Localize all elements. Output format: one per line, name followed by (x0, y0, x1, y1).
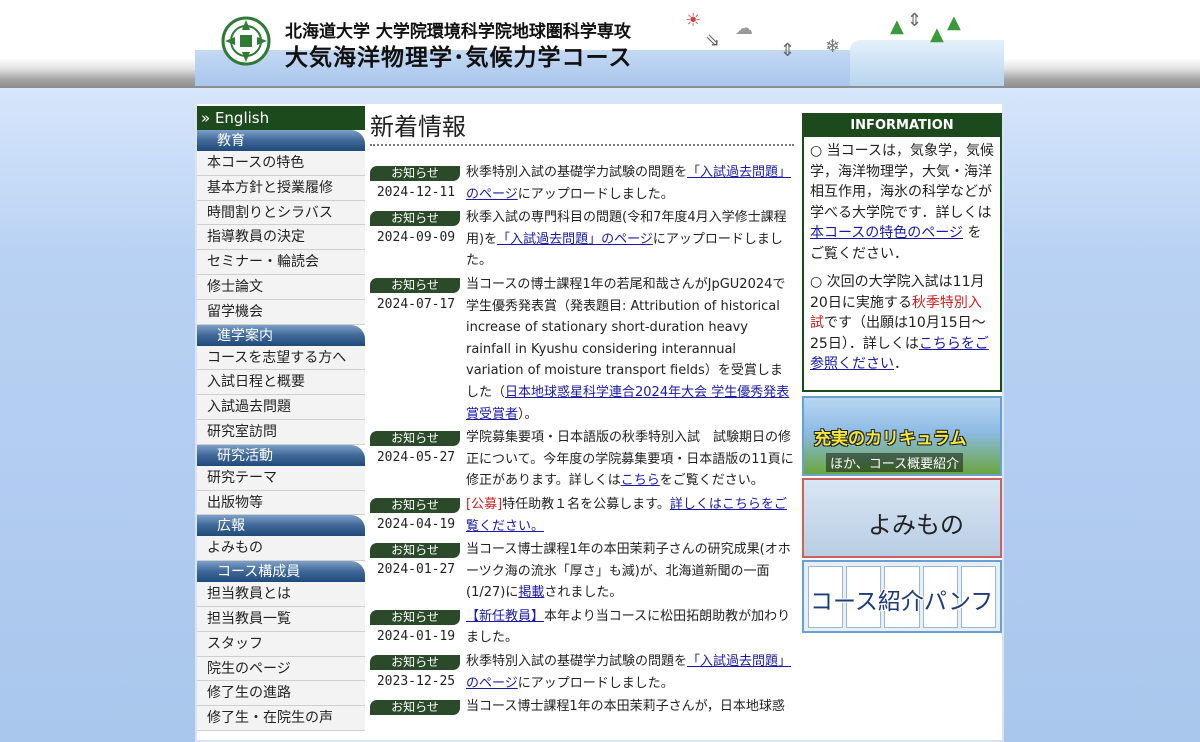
news-heading: 新着情報 (370, 108, 794, 146)
news-text: 当コース博士課程1年の本田茉莉子さんが，日本地球惑 (466, 699, 785, 715)
new-faculty-link[interactable]: 【新任教員】 (466, 609, 544, 624)
notice-badge: お知らせ (370, 211, 460, 227)
news-item: お知らせ 2024-01-27 当コース博士課程1年の本田茉莉子さんの研究成果(… (370, 542, 794, 604)
arrow-up-down-icon: ⇕ (907, 10, 923, 31)
sidebar-item-policy[interactable]: 基本方針と授業履修 (197, 175, 365, 201)
curriculum-banner[interactable]: 充実のカリキュラム ほか、コース概要紹介 (802, 396, 1002, 476)
past-exams-link[interactable]: 「入試過去問題」のページ (497, 232, 653, 247)
university-logo-icon[interactable] (221, 16, 271, 66)
sidebar-item-prospective[interactable]: コースを志望する方へ (197, 345, 365, 371)
sidebar-nav: » English 教育 本コースの特色 基本方針と授業履修 時間割りとシラバス… (197, 106, 365, 740)
features-link[interactable]: 本コースの特色のページ (810, 225, 963, 241)
recruitment-tag: [公募] (466, 496, 503, 512)
notice-badge: お知らせ (370, 609, 460, 625)
notice-badge: お知らせ (370, 655, 460, 671)
award-link[interactable]: 日本地球惑星科学連合2024年大会 学生優秀発表賞受賞者 (466, 385, 789, 422)
arrow-up-down-icon: ⇕ (780, 40, 796, 61)
details-link[interactable]: こちら (621, 473, 660, 488)
news-date: 2024-07-17 (376, 296, 456, 312)
news-date: 2024-12-11 (376, 185, 456, 200)
sun-icon: ☀ (685, 10, 702, 31)
news-text: 秋季特別入試の基礎学力試験の問題を「入試過去問題」のページにアップロードしました… (466, 654, 792, 691)
news-date: 2024-05-27 (376, 450, 456, 466)
sidebar-item-themes[interactable]: 研究テーマ (197, 465, 365, 491)
sidebar-item-students[interactable]: 院生のページ (197, 656, 365, 682)
sidebar-item-timetable[interactable]: 時間割りとシラバス (197, 200, 365, 226)
sidebar-item-staff[interactable]: スタッフ (197, 631, 365, 657)
notice-badge: お知らせ (370, 543, 460, 559)
news-text: 秋季入試の専門科目の問題(令和7年度4月入学修士課程用)を「入試過去問題」のペー… (466, 210, 787, 269)
course-title: 大気海洋物理学･気候力学コース (285, 45, 633, 71)
news-date: 2024-01-19 (376, 628, 456, 644)
sidebar-item-about-faculty[interactable]: 担当教員とは (197, 582, 365, 607)
notice-badge: お知らせ (370, 166, 460, 181)
sidebar-item-careers[interactable]: 修了生の進路 (197, 681, 365, 707)
news-text: 秋季特別入試の基礎学力試験の問題を「入試過去問題」のページにアップロードしました… (466, 165, 792, 202)
sidebar-item-voices[interactable]: 修了生・在院生の声 (197, 706, 365, 731)
news-item: お知らせ 2024-05-27 学院募集要項・日本語版の秋季特別入試 試験期日の… (370, 430, 794, 492)
tree-icon: ▲ (890, 16, 904, 37)
news-item: お知らせ 2024-09-09 秋季入試の専門科目の問題(令和7年度4月入学修士… (370, 210, 794, 272)
header-sea-ice-illustration (850, 40, 1004, 86)
news-item: お知らせ 2024-01-19 【新任教員】本年より当コースに松田拓朗助教が加わ… (370, 609, 794, 649)
sidebar-heading-education: 教育 (197, 130, 365, 151)
pamphlet-banner[interactable]: コース紹介パンフ (802, 560, 1002, 633)
sidebar-heading-pr: 広報 (197, 515, 365, 537)
notice-badge: お知らせ (370, 431, 460, 447)
english-link[interactable]: » English (197, 106, 365, 130)
info-paragraph: ○ 当コースは，気象学，気候学，海洋物理学，大気・海洋相互作用，海氷の科学などが… (810, 143, 994, 262)
news-item: お知らせ 2024-07-17 当コースの博士課程1年の若尾和哉さんがJpGU2… (370, 277, 794, 425)
news-item: お知らせ 当コース博士課程1年の本田茉莉子さんが，日本地球惑 (370, 699, 794, 718)
cloud-icon: ☁ (735, 18, 753, 39)
news-text: 【新任教員】本年より当コースに松田拓朗助教が加わりました。 (466, 608, 791, 646)
sidebar-item-advisor[interactable]: 指導教員の決定 (197, 225, 365, 251)
sidebar-item-lab-visit[interactable]: 研究室訪問 (197, 419, 365, 445)
info-paragraph: ○ 次回の大学院入試は11月20日に実施する秋季特別入試です（出願は10月15日… (810, 274, 989, 372)
information-panel: INFORMATION ○ 当コースは，気象学，気候学，海洋物理学，大気・海洋相… (802, 113, 1002, 392)
news-date: 2024-09-09 (376, 230, 456, 246)
notice-badge: お知らせ (370, 277, 460, 293)
news-text: [公募]特任助教１名を公募します。詳しくはこちらをご覧ください。 (466, 496, 787, 534)
news-text: 学院募集要項・日本語版の秋季特別入試 試験期日の修正について。今年度の学院募集要… (466, 430, 794, 489)
reading-banner[interactable]: よみもの (802, 478, 1002, 558)
sidebar-item-publications[interactable]: 出版物等 (197, 490, 365, 516)
sidebar-item-exam-schedule[interactable]: 入試日程と概要 (197, 370, 365, 396)
news-item: お知らせ 2023-12-25 秋季特別入試の基礎学力試験の問題を「入試過去問題… (370, 654, 794, 694)
sidebar-heading-admission: 進学案内 (197, 324, 365, 346)
news-section: 新着情報 お知らせ 2024-12-11 秋季特別入試の基礎学力試験の問題を「入… (370, 108, 794, 740)
sidebar-item-thesis[interactable]: 修士論文 (197, 274, 365, 300)
news-date: 2024-04-19 (376, 516, 456, 532)
news-text: 当コースの博士課程1年の若尾和哉さんがJpGU2024で学生優秀発表賞（発表題目… (466, 276, 790, 422)
notice-badge: お知らせ (370, 497, 460, 513)
site-header: 北海道大学 大学院環境科学院地球圏科学専攻 大気海洋物理学･気候力学コース ☀ … (195, 0, 1004, 86)
news-text: 当コース博士課程1年の本田茉莉子さんの研究成果(オホーツク海の流氷「厚さ」も減)… (466, 542, 791, 601)
article-link[interactable]: 掲載 (518, 585, 544, 600)
news-item: お知らせ 2024-12-11 秋季特別入試の基礎学力試験の問題を「入試過去問題… (370, 165, 794, 205)
sidebar-item-reading[interactable]: よみもの (197, 536, 365, 562)
news-date: 2023-12-25 (376, 674, 456, 690)
sidebar-item-features[interactable]: 本コースの特色 (197, 151, 365, 176)
sidebar-item-faculty-list[interactable]: 担当教員一覧 (197, 606, 365, 632)
snowflake-icon: ❄ (825, 36, 841, 57)
curriculum-banner-title: 充実のカリキュラム (814, 429, 967, 449)
notice-badge: お知らせ (370, 700, 460, 716)
reading-banner-title: よみもの (868, 511, 964, 539)
sidebar-item-study-abroad[interactable]: 留学機会 (197, 299, 365, 325)
sidebar-heading-research: 研究活動 (197, 444, 365, 466)
curriculum-banner-subtitle: ほか、コース概要紹介 (826, 453, 964, 472)
arrow-down-right-icon: ⇘ (705, 30, 721, 51)
sidebar-heading-members: コース構成員 (197, 561, 365, 583)
pamphlet-banner-title: コース紹介パンフ (810, 589, 994, 615)
tree-icon: ▲ (947, 12, 961, 33)
news-date: 2024-01-27 (376, 562, 456, 578)
information-heading: INFORMATION (804, 115, 1000, 137)
news-item: お知らせ 2024-04-19 [公募]特任助教１名を公募します。詳しくはこちら… (370, 497, 794, 537)
tree-icon: ▲ (930, 24, 944, 45)
sidebar-item-seminar[interactable]: セミナー・輪読会 (197, 250, 365, 275)
sidebar-item-past-exams[interactable]: 入試過去問題 (197, 395, 365, 420)
